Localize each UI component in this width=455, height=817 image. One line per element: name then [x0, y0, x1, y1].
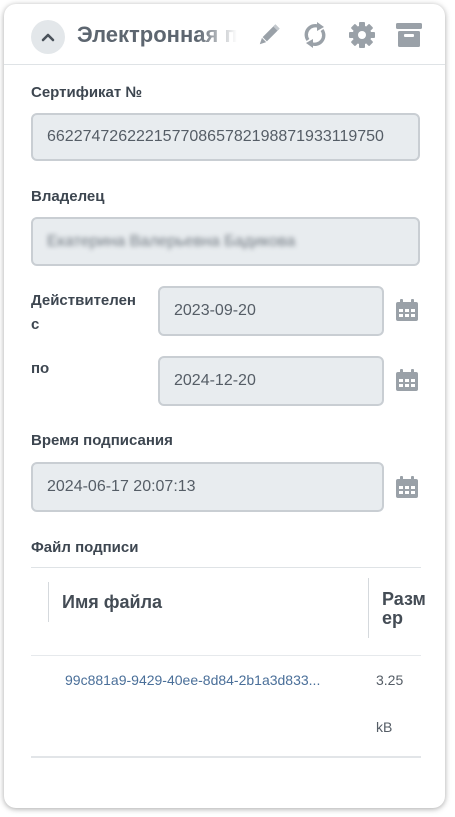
signature-file-label: Файл подписи — [31, 539, 139, 556]
valid-to-field[interactable]: 2024-12-20 — [158, 356, 384, 406]
valid-to-label: по — [31, 360, 50, 377]
column-header-filename[interactable]: Имя файла — [62, 592, 162, 613]
file-size-value: 3.25 — [376, 672, 404, 688]
size-header-line1: Разм — [382, 589, 426, 609]
archive-icon[interactable] — [394, 20, 424, 50]
owner-value: Екатерина Валерьевна Бадикова — [47, 232, 296, 250]
table-bottom-border — [31, 756, 421, 758]
signing-time-field[interactable]: 2024-06-17 20:07:13 — [31, 462, 384, 512]
calendar-icon[interactable] — [394, 367, 420, 393]
calendar-icon[interactable] — [394, 474, 420, 500]
collapse-button[interactable] — [31, 20, 65, 54]
signature-panel: Электронная подпись — [4, 4, 445, 808]
calendar-icon[interactable] — [394, 297, 420, 323]
valid-from-label-line2: с — [31, 316, 40, 333]
table-top-border — [31, 567, 421, 568]
chevron-up-icon — [41, 33, 55, 42]
table-header-border — [31, 655, 421, 656]
certificate-label: Сертификат № — [31, 84, 143, 101]
valid-from-label: Действителен с — [31, 289, 146, 337]
panel-title: Электронная подпись — [77, 22, 237, 47]
owner-field[interactable]: Екатерина Валерьевна Бадикова — [31, 217, 420, 266]
file-link[interactable]: 99c881a9-9429-40ee-8d84-2b1a3d833... — [65, 672, 320, 688]
owner-label: Владелец — [31, 188, 105, 205]
column-separator[interactable] — [368, 578, 369, 638]
column-header-size[interactable]: Разм ер — [382, 590, 426, 628]
file-size-unit: kB — [376, 719, 393, 735]
certificate-field[interactable]: 66227472622215770865782198871933119750 — [31, 113, 420, 161]
pencil-icon[interactable] — [254, 20, 284, 50]
gear-icon[interactable] — [347, 20, 377, 50]
refresh-icon[interactable] — [300, 20, 330, 50]
valid-from-field[interactable]: 2023-09-20 — [158, 286, 384, 336]
size-header-line2: ер — [382, 608, 404, 628]
column-separator[interactable] — [48, 582, 49, 622]
valid-from-label-line1: Действителен — [31, 292, 136, 309]
signing-time-label: Время подписания — [31, 432, 173, 449]
panel-header: Электронная подпись — [4, 4, 445, 65]
